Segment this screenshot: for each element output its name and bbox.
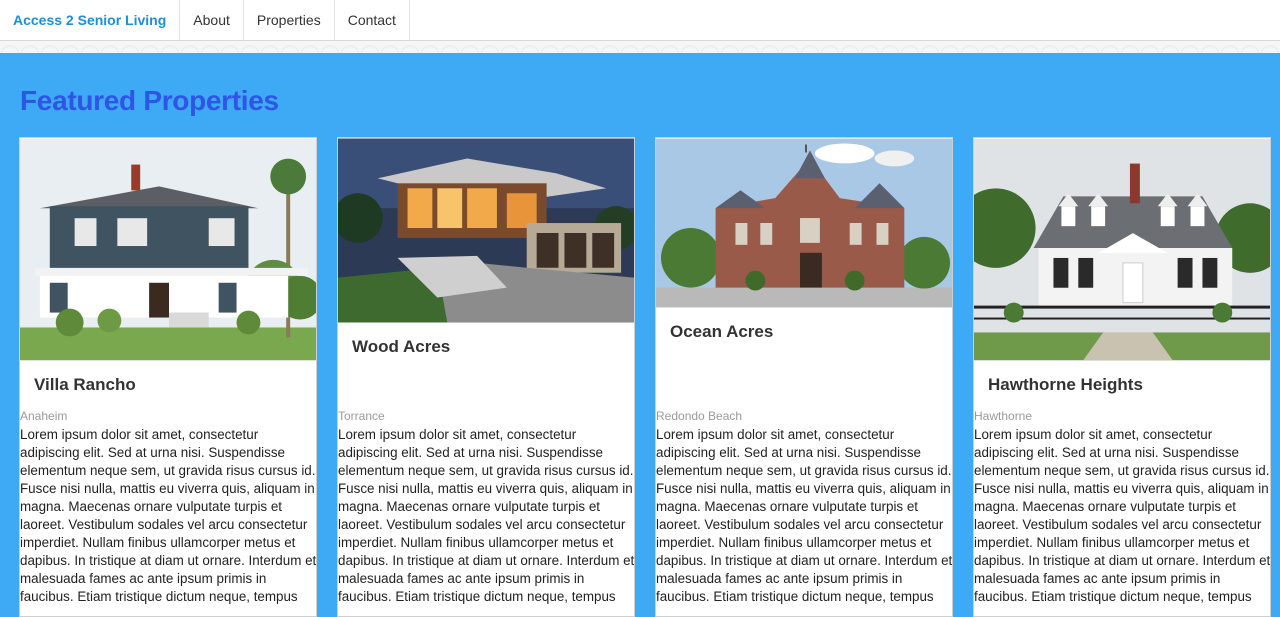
property-card-ocean-acres[interactable]: Ocean Acres Redondo Beach Lorem ipsum do… [655, 137, 953, 617]
property-city: Torrance [338, 409, 385, 423]
property-photo[interactable] [656, 138, 952, 308]
top-navbar: Access 2 Senior Living About Properties … [0, 0, 1280, 41]
property-city: Hawthorne [974, 409, 1033, 423]
property-name[interactable]: Villa Rancho [20, 375, 316, 395]
property-name[interactable]: Wood Acres [338, 337, 634, 357]
property-description: Lorem ipsum dolor sit amet, consectetur … [338, 427, 635, 604]
property-description: Lorem ipsum dolor sit amet, consectetur … [974, 427, 1271, 604]
property-card-villa-rancho[interactable]: Villa Rancho Anaheim Lorem ipsum dolor s… [19, 137, 317, 617]
page-title: Featured Properties [20, 85, 279, 116]
property-city: Redondo Beach [656, 409, 743, 423]
property-name[interactable]: Ocean Acres [656, 322, 952, 342]
property-description: Lorem ipsum dolor sit amet, consectetur … [20, 427, 317, 604]
nav-about[interactable]: About [180, 0, 244, 40]
property-card-hawthorne-heights[interactable]: Hawthorne Heights Hawthorne Lorem ipsum … [973, 137, 1271, 617]
nav-properties[interactable]: Properties [244, 0, 335, 40]
property-description: Lorem ipsum dolor sit amet, consectetur … [656, 427, 953, 604]
decorative-wave-strip [0, 41, 1280, 53]
featured-section: Featured Properties Villa Rancho Anaheim… [0, 53, 1280, 617]
nav-contact[interactable]: Contact [335, 0, 410, 40]
property-photo[interactable] [20, 138, 316, 361]
property-photo[interactable] [974, 138, 1270, 361]
property-city: Anaheim [20, 409, 68, 423]
property-card-wood-acres[interactable]: Wood Acres Torrance Lorem ipsum dolor si… [337, 137, 635, 617]
property-photo[interactable] [338, 138, 634, 323]
brand-link[interactable]: Access 2 Senior Living [0, 0, 181, 40]
property-name[interactable]: Hawthorne Heights [974, 375, 1270, 395]
